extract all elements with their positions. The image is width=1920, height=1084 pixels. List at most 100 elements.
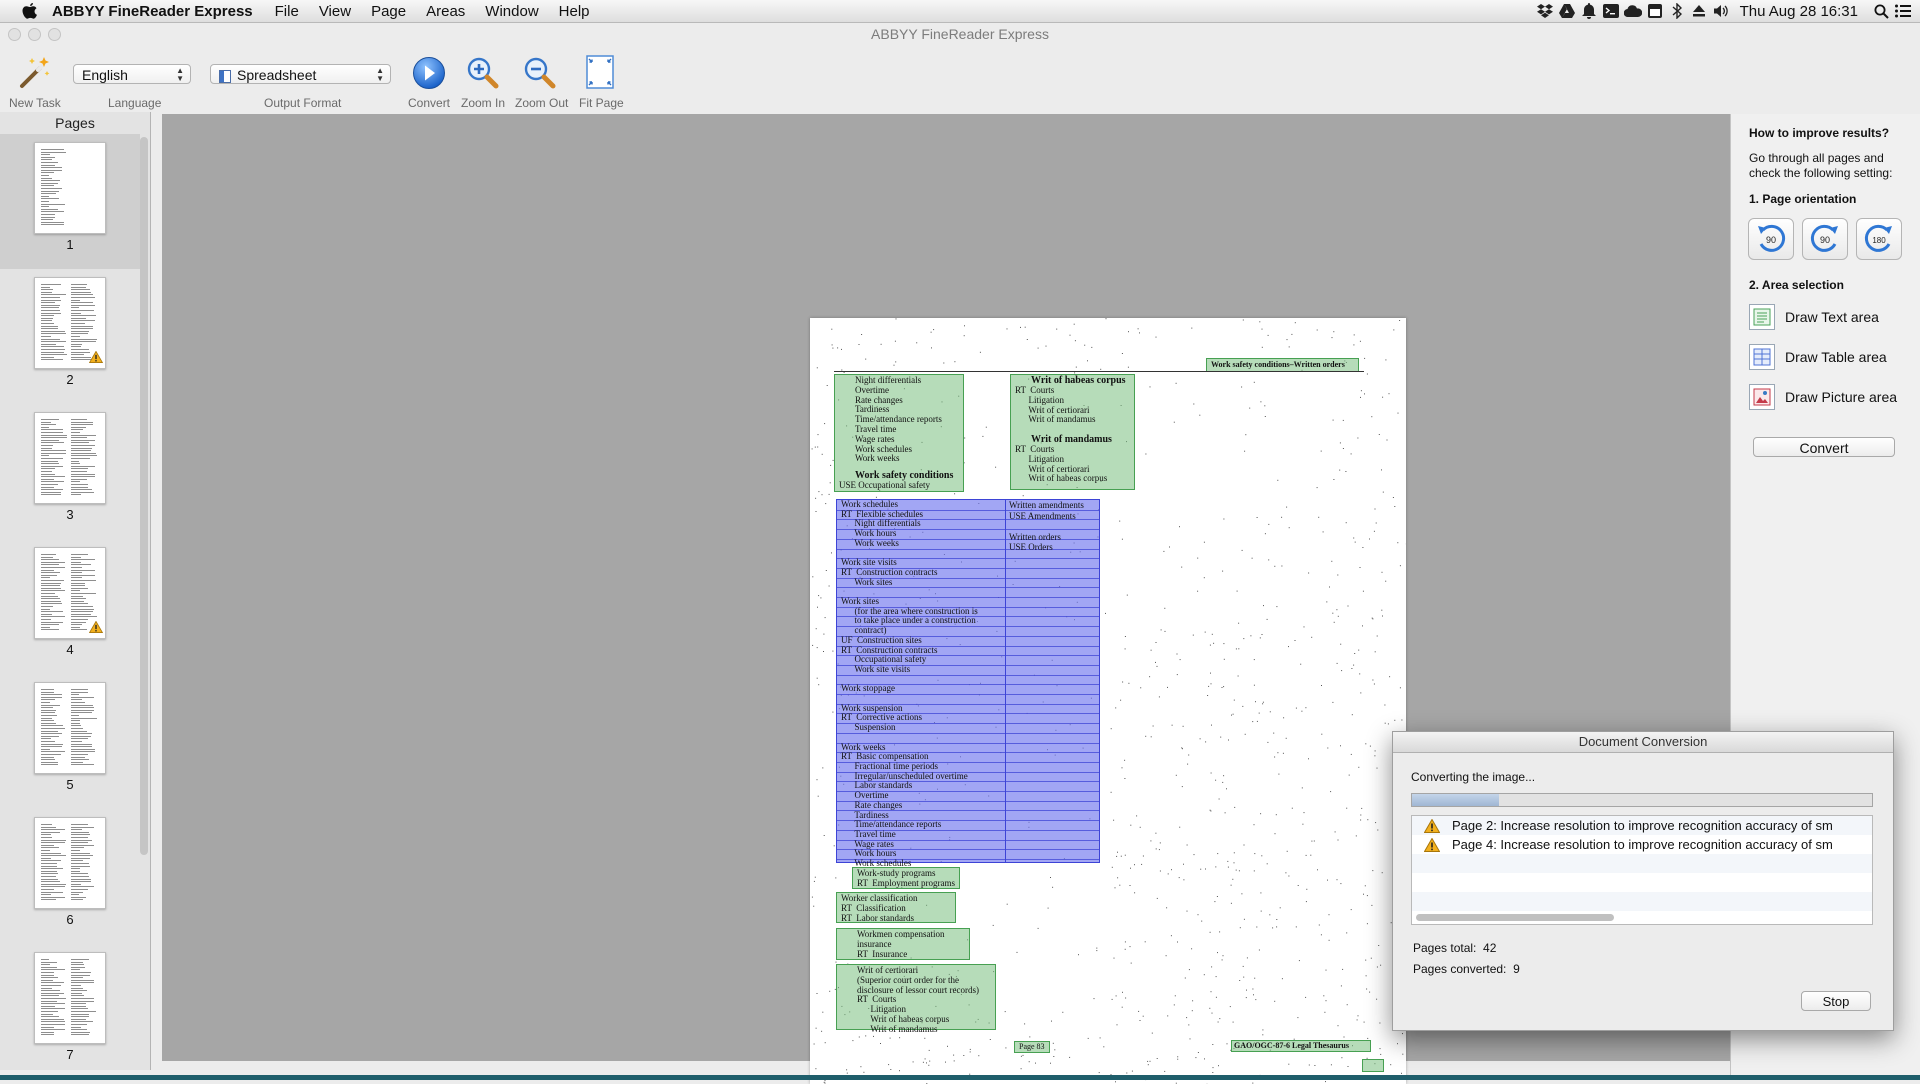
magic-wand-icon <box>16 54 52 90</box>
warning-message-row[interactable]: Page 4: Increase resolution to improve r… <box>1412 835 1872 854</box>
warning-message-row[interactable]: Page 2: Increase resolution to improve r… <box>1412 816 1872 835</box>
text-area[interactable]: Worker classification RT Classification … <box>836 892 956 923</box>
message-list-scrollbar[interactable] <box>1416 914 1614 921</box>
text-area[interactable]: Work safety conditions–Written orders <box>1206 358 1359 372</box>
language-label: Language <box>108 96 161 110</box>
empty-row <box>1412 854 1872 873</box>
draw-text-area-button[interactable]: Draw Text area <box>1749 302 1899 332</box>
notification-center-icon[interactable] <box>1892 0 1914 22</box>
text-area[interactable]: Work-study programs RT Employment progra… <box>852 867 960 889</box>
menu-window[interactable]: Window <box>485 3 538 20</box>
window-title: ABBYY FineReader Express <box>871 26 1049 42</box>
pages-pane: Pages 1234567 <box>0 112 151 1070</box>
zoom-in-button[interactable] <box>466 56 500 90</box>
output-format-select[interactable]: Spreadsheet ▲▼ <box>210 64 391 84</box>
fit-page-button[interactable] <box>583 55 617 91</box>
page-thumbnail[interactable]: 4 <box>0 539 140 674</box>
draw-text-area-label: Draw Text area <box>1785 309 1879 325</box>
page-number: 6 <box>0 912 140 927</box>
spotlight-search-icon[interactable] <box>1870 0 1892 22</box>
zoom-window-button[interactable] <box>48 28 61 41</box>
page-thumbnail[interactable]: 3 <box>0 404 140 539</box>
zoom-in-label: Zoom In <box>461 96 505 110</box>
select-arrows-icon: ▲▼ <box>376 67 384 83</box>
svg-text:180: 180 <box>1872 236 1886 245</box>
menu-page[interactable]: Page <box>371 3 406 20</box>
notification-bell-icon[interactable] <box>1578 0 1600 22</box>
menu-view[interactable]: View <box>319 3 351 20</box>
entry-list: RT Courts Litigation Writ of certiorari … <box>1015 386 1095 425</box>
language-select[interactable]: English ▲▼ <box>73 64 191 84</box>
pages-total-label: Pages total: <box>1413 941 1476 955</box>
page-thumbnail[interactable]: 5 <box>0 674 140 809</box>
language-value: English <box>82 67 128 83</box>
page-thumbnail[interactable]: 7 <box>0 944 140 1079</box>
text-area[interactable]: Night differentials Overtime Rate change… <box>834 374 964 492</box>
minimize-window-button[interactable] <box>28 28 41 41</box>
eject-icon[interactable] <box>1688 0 1710 22</box>
close-window-button[interactable] <box>8 28 21 41</box>
volume-icon[interactable] <box>1710 0 1732 22</box>
bluetooth-icon[interactable] <box>1666 0 1688 22</box>
warning-message-list[interactable]: Page 2: Increase resolution to improve r… <box>1411 815 1873 925</box>
entry-use: USE Occupational safety <box>839 481 930 491</box>
calendar-icon[interactable] <box>1644 0 1666 22</box>
table-left-column: Work schedules RT Flexible schedules Nig… <box>841 500 978 869</box>
rotate-180-button[interactable]: 180 <box>1856 218 1902 260</box>
menubar-clock[interactable]: Thu Aug 28 16:31 <box>1740 3 1858 20</box>
zoom-out-button[interactable] <box>523 56 557 90</box>
improve-intro: Go through all pages and check the follo… <box>1749 151 1892 181</box>
text-area[interactable]: Workmen compensation insurance RT Insura… <box>836 928 970 960</box>
app-menu[interactable]: ABBYY FineReader Express <box>52 3 253 20</box>
pages-total-value: 42 <box>1483 941 1496 955</box>
rotate-right-icon: 90 <box>1808 222 1842 256</box>
draw-picture-area-button[interactable]: Draw Picture area <box>1749 382 1899 412</box>
terminal-icon[interactable] <box>1600 0 1622 22</box>
rotate-180-icon: 180 <box>1862 222 1896 256</box>
text-area[interactable]: Writ of certiorari (Superior court order… <box>836 964 996 1030</box>
running-header: Work safety conditions–Written orders <box>1211 360 1345 370</box>
page-thumbnail[interactable]: 1 <box>0 134 140 269</box>
apple-icon[interactable] <box>20 1 40 21</box>
toolbar: New Task English ▲▼ Language Spreadsheet… <box>0 46 1920 112</box>
new-task-button[interactable] <box>14 54 54 90</box>
rotate-left-button[interactable]: 90 <box>1748 218 1794 260</box>
dropbox-icon[interactable] <box>1534 0 1556 22</box>
table-right-column: Written amendments USE Amendments Writte… <box>1009 500 1084 553</box>
conversion-progress-bar <box>1411 793 1873 807</box>
dialog-title: Document Conversion <box>1393 732 1893 753</box>
warning-icon <box>1424 838 1440 852</box>
stop-button[interactable]: Stop <box>1801 991 1871 1011</box>
draw-table-area-button[interactable]: Draw Table area <box>1749 342 1899 372</box>
window-titlebar: ABBYY FineReader Express <box>0 22 1920 46</box>
entry-list: RT Courts Litigation Writ of certiorari … <box>1015 445 1107 484</box>
zoom-in-icon <box>466 56 500 90</box>
table-area[interactable]: Work schedules RT Flexible schedules Nig… <box>836 499 1100 863</box>
cloud-icon[interactable] <box>1622 0 1644 22</box>
menu-help[interactable]: Help <box>559 3 590 20</box>
pages-scrollbar[interactable] <box>140 137 148 855</box>
draw-picture-area-label: Draw Picture area <box>1785 389 1897 405</box>
page-number: 5 <box>0 777 140 792</box>
convert-button[interactable]: Convert <box>1753 437 1895 457</box>
text-area[interactable]: GAO/OGC-87-6 Legal Thesaurus <box>1231 1040 1371 1052</box>
text-area[interactable]: Page 83 <box>1014 1041 1050 1053</box>
text-area[interactable]: Writ of habeas corpus RT Courts Litigati… <box>1010 374 1135 490</box>
page-thumbnail[interactable]: 6 <box>0 809 140 944</box>
zoom-out-label: Zoom Out <box>515 96 568 110</box>
footer-text: GAO/OGC-87-6 Legal Thesaurus <box>1234 1041 1349 1051</box>
page-image[interactable]: Work safety conditions–Written orders Ni… <box>810 318 1406 1084</box>
drive-icon[interactable] <box>1556 0 1578 22</box>
picture-area[interactable] <box>1362 1059 1384 1072</box>
convert-toolbar-button[interactable] <box>412 56 446 90</box>
menu-file[interactable]: File <box>275 3 299 20</box>
draw-table-area-label: Draw Table area <box>1785 349 1887 365</box>
zoom-out-icon <box>523 56 557 90</box>
fit-page-icon <box>584 55 616 89</box>
page-number: 3 <box>0 507 140 522</box>
page-thumbnail[interactable]: 2 <box>0 269 140 404</box>
conversion-status: Converting the image... <box>1411 770 1535 784</box>
area-selection-heading: 2. Area selection <box>1749 278 1844 292</box>
menu-areas[interactable]: Areas <box>426 3 465 20</box>
rotate-right-button[interactable]: 90 <box>1802 218 1848 260</box>
